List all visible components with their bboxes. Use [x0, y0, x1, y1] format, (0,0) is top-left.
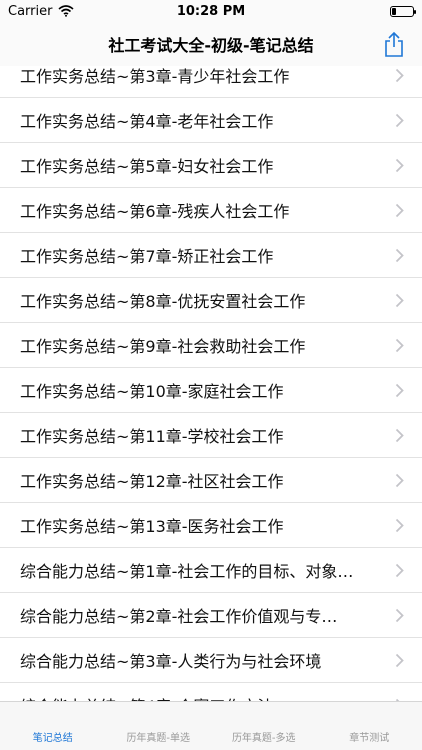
list-item-label: 工作实务总结~第3章-青少年社会工作: [20, 67, 290, 86]
chevron-right-icon: [395, 338, 404, 353]
list-item[interactable]: 综合能力总结~第2章-社会工作价值观与专…: [0, 593, 422, 638]
list-item-label: 综合能力总结~第2章-社会工作价值观与专…: [20, 607, 338, 626]
chevron-right-icon: [395, 248, 404, 263]
list-item-label: 工作实务总结~第8章-优抚安置社会工作: [20, 292, 306, 311]
list-item[interactable]: 综合能力总结~第1章-社会工作的目标、对象…: [0, 548, 422, 593]
list-item-label: 工作实务总结~第10章-家庭社会工作: [20, 382, 284, 401]
carrier-label: Carrier: [8, 3, 53, 19]
chevron-right-icon: [395, 653, 404, 668]
chevron-right-icon: [395, 473, 404, 488]
navigation-bar: 社工考试大全-初级-笔记总结: [0, 22, 422, 66]
list-item-label: 工作实务总结~第4章-老年社会工作: [20, 112, 274, 131]
list-item[interactable]: 工作实务总结~第6章-残疾人社会工作: [0, 188, 422, 233]
tab-bar: 笔记总结 历年真题-单选 历年真题-多选 章节测试: [0, 701, 422, 750]
chevron-right-icon: [395, 158, 404, 173]
list-item[interactable]: 工作实务总结~第8章-优抚安置社会工作: [0, 278, 422, 323]
tab-item[interactable]: 笔记总结: [0, 702, 106, 750]
list-item-label: 工作实务总结~第12章-社区社会工作: [20, 472, 284, 491]
tab-item[interactable]: 历年真题-单选: [106, 702, 212, 750]
chevron-right-icon: [395, 428, 404, 443]
list-item-label: 工作实务总结~第7章-矫正社会工作: [20, 247, 274, 266]
list-item-label: 综合能力总结~第3章-人类行为与社会环境: [20, 652, 322, 671]
list-item[interactable]: 工作实务总结~第7章-矫正社会工作: [0, 233, 422, 278]
list-item-label: 综合能力总结~第1章-社会工作的目标、对象…: [20, 562, 354, 581]
wifi-icon: [58, 5, 74, 17]
list-item[interactable]: 工作实务总结~第10章-家庭社会工作: [0, 368, 422, 413]
chevron-right-icon: [395, 383, 404, 398]
list-item-label: 工作实务总结~第13章-医务社会工作: [20, 517, 284, 536]
chapter-list[interactable]: 工作实务总结~第3章-青少年社会工作 工作实务总结~第4章-老年社会工作 工作实务总…: [0, 53, 422, 728]
share-icon[interactable]: [380, 30, 408, 58]
list-item-label: 工作实务总结~第11章-学校社会工作: [20, 427, 284, 446]
battery-icon: [390, 5, 416, 17]
app-screen: 工作实务总结~第3章-青少年社会工作 工作实务总结~第4章-老年社会工作 工作实务总…: [0, 0, 422, 750]
list-item-label: 工作实务总结~第5章-妇女社会工作: [20, 157, 274, 176]
list-item[interactable]: 工作实务总结~第11章-学校社会工作: [0, 413, 422, 458]
chevron-right-icon: [395, 518, 404, 533]
tab-label: 历年真题-多选: [231, 733, 296, 744]
page-title: 社工考试大全-初级-笔记总结: [108, 36, 314, 55]
list-item[interactable]: 工作实务总结~第13章-医务社会工作: [0, 503, 422, 548]
chevron-right-icon: [395, 68, 404, 83]
list-item[interactable]: 工作实务总结~第9章-社会救助社会工作: [0, 323, 422, 368]
chevron-right-icon: [395, 113, 404, 128]
tab-label: 笔记总结: [32, 733, 73, 744]
chevron-right-icon: [395, 563, 404, 578]
list-item-label: 工作实务总结~第6章-残疾人社会工作: [20, 202, 290, 221]
chevron-right-icon: [395, 293, 404, 308]
list-item[interactable]: 综合能力总结~第3章-人类行为与社会环境: [0, 638, 422, 683]
tab-item[interactable]: 历年真题-多选: [211, 702, 317, 750]
tab-label: 历年真题-单选: [126, 733, 191, 744]
chevron-right-icon: [395, 608, 404, 623]
list-item[interactable]: 工作实务总结~第4章-老年社会工作: [0, 98, 422, 143]
tab-label: 章节测试: [349, 733, 390, 744]
tab-item[interactable]: 章节测试: [317, 702, 422, 750]
list-item[interactable]: 工作实务总结~第5章-妇女社会工作: [0, 143, 422, 188]
status-bar: Carrier 10:28 PM: [0, 0, 422, 22]
list-item-label: 工作实务总结~第9章-社会救助社会工作: [20, 337, 306, 356]
list-item[interactable]: 工作实务总结~第12章-社区社会工作: [0, 458, 422, 503]
chevron-right-icon: [395, 203, 404, 218]
